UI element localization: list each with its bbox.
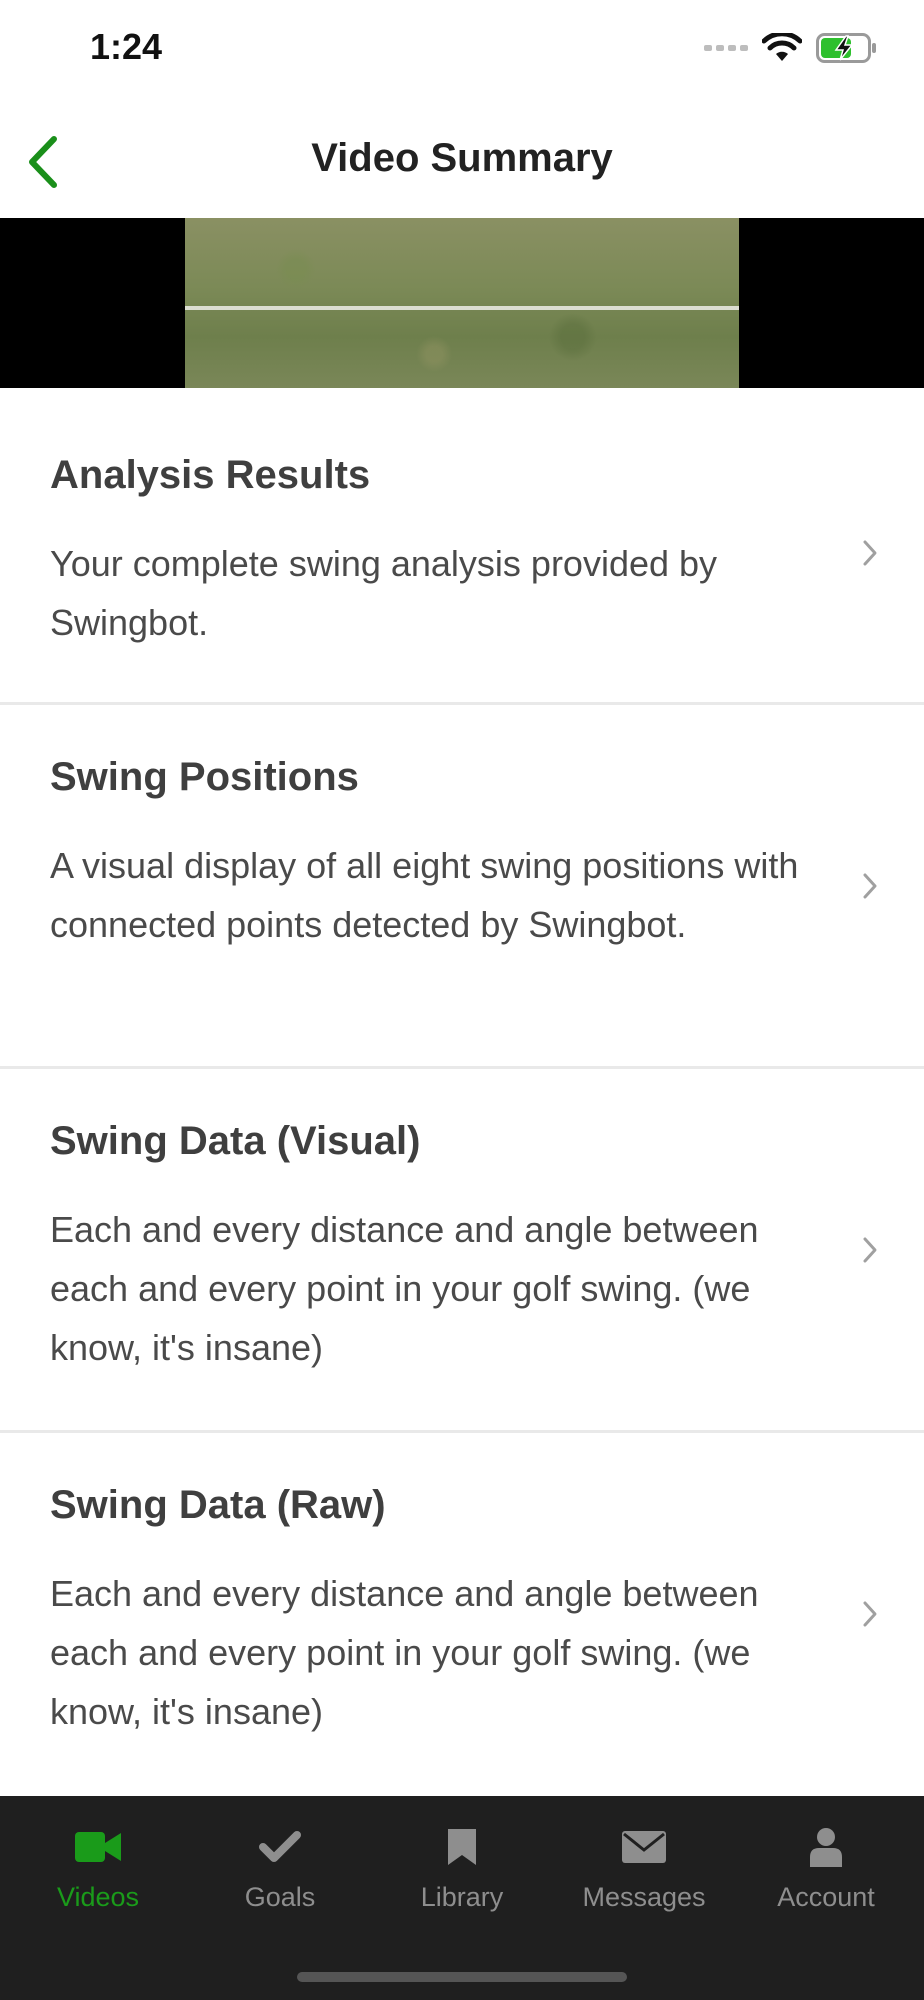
tab-account[interactable]: Account: [734, 1796, 918, 1926]
status-bar: 1:24: [0, 0, 924, 100]
list-item-title: Analysis Results: [50, 453, 371, 497]
status-icons: [704, 28, 878, 68]
list-item-swing-data-visual[interactable]: Swing Data (Visual) Each and every dista…: [0, 1069, 924, 1433]
envelope-icon: [622, 1831, 666, 1863]
list-item-description: Your complete swing analysis provided by…: [50, 543, 718, 643]
chevron-right-icon: [863, 873, 877, 899]
chevron-right-icon: [863, 1237, 877, 1263]
list-item-title: Swing Data (Visual): [50, 1119, 421, 1163]
bookmark-icon: [448, 1829, 476, 1865]
tab-label: Goals: [244, 1882, 316, 1912]
chevron-right-icon: [863, 1601, 877, 1627]
list-item-swing-positions[interactable]: Swing Positions A visual display of all …: [0, 705, 924, 1069]
list-item-swing-data-raw[interactable]: Swing Data (Raw) Each and every distance…: [0, 1433, 924, 1796]
wifi-icon: [762, 33, 802, 61]
tab-videos[interactable]: Videos: [6, 1796, 190, 1926]
nav-bar: Video Summary: [0, 100, 924, 218]
tab-bar: Videos Goals Library Messages Account: [0, 1796, 924, 2000]
list-item-description: Each and every distance and angle betwee…: [50, 1209, 759, 1368]
list-item-description: Each and every distance and angle betwee…: [50, 1573, 759, 1732]
tab-label: Library: [420, 1882, 504, 1912]
tab-library[interactable]: Library: [370, 1796, 554, 1926]
home-indicator: [297, 1972, 627, 1982]
video-thumbnail-line: [185, 306, 739, 310]
tab-messages[interactable]: Messages: [552, 1796, 736, 1926]
checkmark-icon: [259, 1831, 301, 1862]
summary-list: Analysis Results Your complete swing ana…: [0, 388, 924, 1796]
tab-goals[interactable]: Goals: [188, 1796, 372, 1926]
screen: 1:24 Video Summary Analysis Results Your…: [0, 0, 924, 2000]
list-item-title: Swing Positions: [50, 755, 359, 799]
cellular-signal-icon: [704, 45, 748, 51]
tab-label: Videos: [56, 1882, 140, 1912]
chevron-right-icon: [863, 540, 877, 566]
video-camera-icon: [75, 1832, 121, 1862]
video-preview[interactable]: [0, 218, 924, 388]
status-time: 1:24: [90, 26, 163, 67]
video-thumbnail: [185, 218, 739, 388]
tab-label: Account: [777, 1882, 875, 1912]
list-item-analysis-results[interactable]: Analysis Results Your complete swing ana…: [0, 388, 924, 705]
person-icon: [810, 1828, 842, 1867]
list-item-description: A visual display of all eight swing posi…: [50, 845, 799, 945]
list-item-title: Swing Data (Raw): [50, 1483, 386, 1527]
battery-charging-icon: [816, 33, 876, 63]
page-title: Video Summary: [311, 136, 613, 180]
tab-label: Messages: [582, 1882, 706, 1912]
